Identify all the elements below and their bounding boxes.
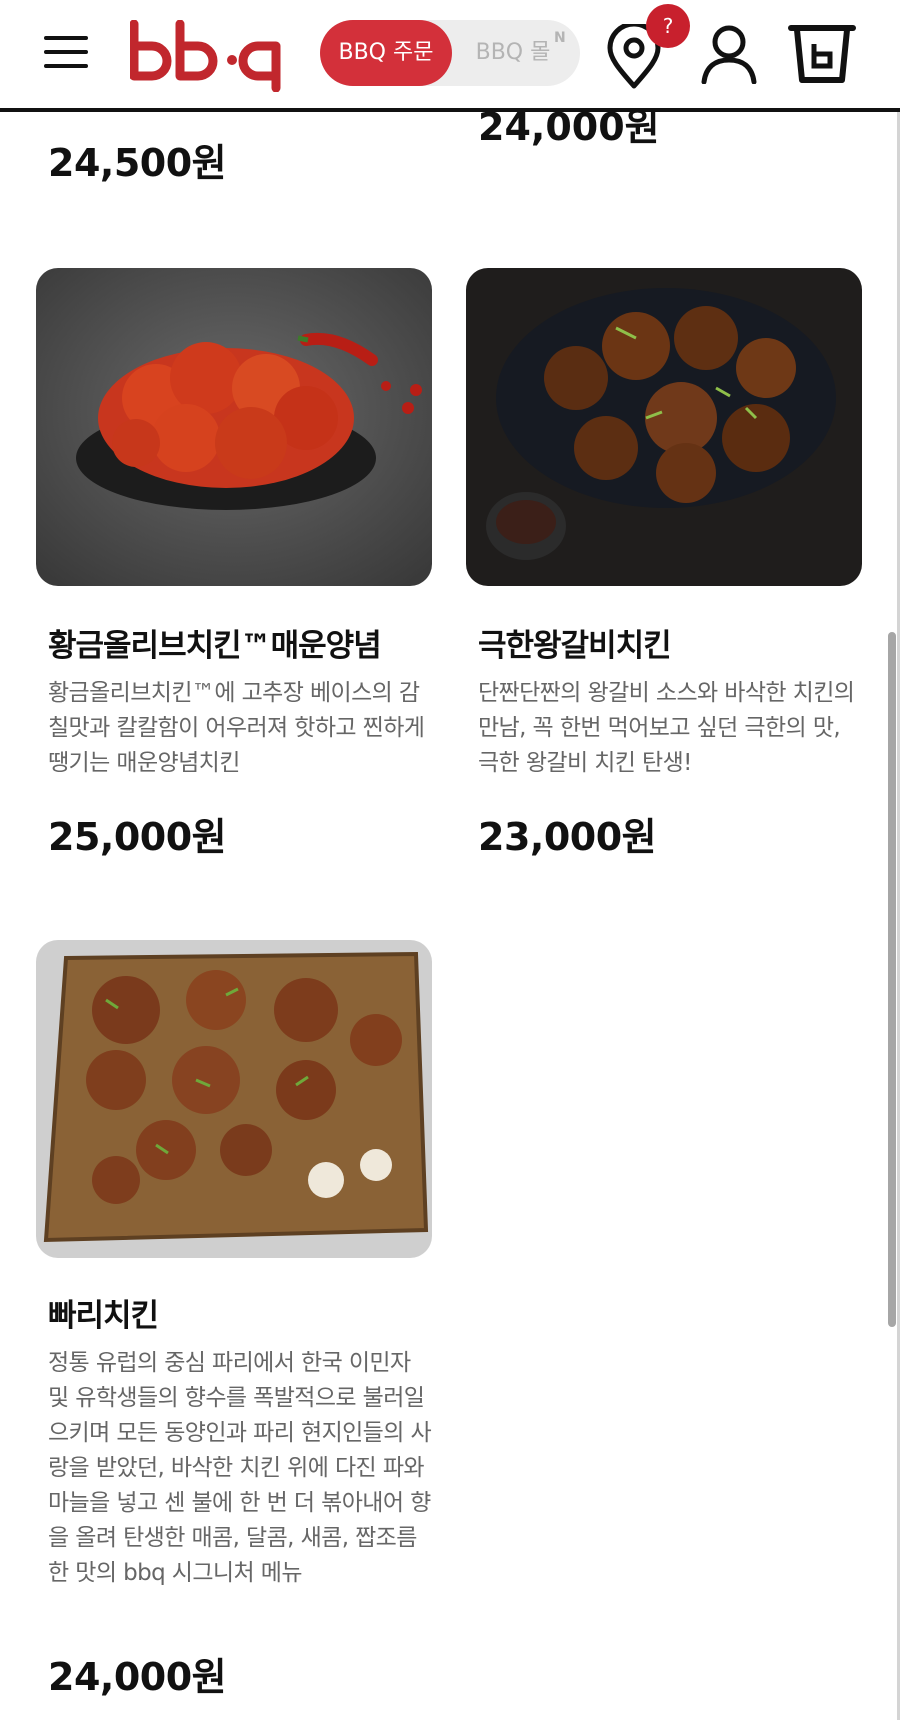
product-price: 23,000원 bbox=[478, 815, 657, 859]
prev-product-price-left: 24,500원 bbox=[48, 141, 227, 185]
product-image-galbi-chicken[interactable] bbox=[466, 268, 862, 586]
bbq-logo[interactable] bbox=[130, 20, 284, 92]
order-mall-toggle: BBQ 주문 BBQ 몰 N bbox=[320, 20, 580, 86]
product-description: 단짠단짠의 왕갈비 소스와 바삭한 치킨의 만남, 꼭 한번 먹어보고 싶던 극… bbox=[478, 680, 855, 776]
cart-bucket-icon[interactable] bbox=[788, 22, 856, 86]
product-name[interactable]: 황금올리브치킨™매운양념 bbox=[48, 620, 382, 665]
product-price: 25,000원 bbox=[48, 815, 227, 859]
product-description: 황금올리브치킨™에 고추장 베이스의 감칠맛과 칼칼함이 어우러져 핫하고 찐하… bbox=[48, 680, 425, 776]
product-price: 24,000원 bbox=[48, 1655, 227, 1699]
bbq-order-tab[interactable]: BBQ 주문 bbox=[320, 20, 452, 86]
product-description: 정통 유럽의 중심 파리에서 한국 이민자 및 유학생들의 향수를 폭발적으로 … bbox=[48, 1350, 432, 1586]
new-badge: N bbox=[554, 30, 566, 46]
product-image-paris-chicken[interactable] bbox=[36, 940, 432, 1258]
product-name[interactable]: 극한왕갈비치킨 bbox=[478, 620, 672, 665]
scrollbar-thumb[interactable] bbox=[888, 632, 896, 1327]
help-badge[interactable]: ? bbox=[646, 4, 690, 48]
user-account-icon[interactable] bbox=[700, 24, 758, 84]
top-header: BBQ 주문 BBQ 몰 N ? bbox=[0, 0, 900, 112]
product-name[interactable]: 빠리치킨 bbox=[48, 1290, 159, 1335]
hamburger-menu-icon[interactable] bbox=[44, 34, 88, 70]
bbq-mall-tab[interactable]: BBQ 몰 bbox=[458, 20, 568, 86]
product-image-hot-yangnyeom[interactable] bbox=[36, 268, 432, 586]
